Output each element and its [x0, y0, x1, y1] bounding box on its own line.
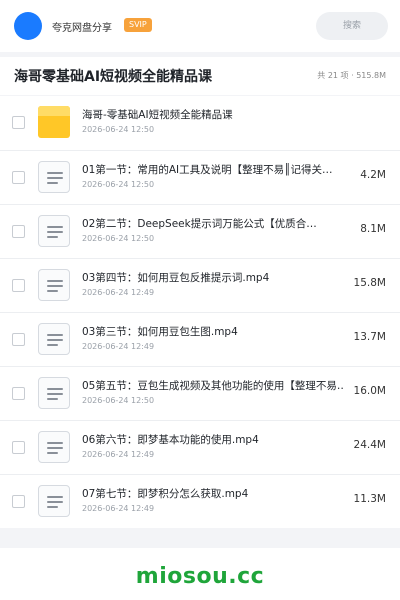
folder-icon	[38, 106, 70, 138]
select-checkbox[interactable]	[12, 116, 25, 129]
select-checkbox[interactable]	[12, 225, 25, 238]
select-checkbox[interactable]	[12, 333, 25, 346]
file-size: 15.8M	[353, 277, 386, 289]
list-item[interactable]: 03第三节：如何用豆包生图.mp4 2026-06-24 12:49 13.7M	[0, 312, 400, 366]
document-icon	[38, 377, 70, 409]
file-size: 16.0M	[353, 385, 386, 397]
avatar[interactable]	[14, 12, 42, 40]
list-item[interactable]: 03第四节：如何用豆包反推提示词.mp4 2026-06-24 12:49 15…	[0, 258, 400, 312]
select-checkbox[interactable]	[12, 387, 25, 400]
search-button[interactable]: 搜索	[316, 12, 388, 40]
list-item[interactable]: 02第二节：DeepSeek提示词万能公式【优质合… 2026-06-24 12…	[0, 204, 400, 258]
file-size: 11.3M	[353, 493, 386, 505]
file-date: 2026-06-24 12:50	[82, 396, 155, 405]
select-checkbox[interactable]	[12, 441, 25, 454]
file-date: 2026-06-24 12:50	[82, 234, 155, 243]
file-date: 2026-06-24 12:50	[82, 125, 155, 134]
page-title: 海哥零基础AI短视频全能精品课	[14, 69, 213, 85]
select-checkbox[interactable]	[12, 495, 25, 508]
list-item[interactable]: 06第六节：即梦基本功能的使用.mp4 2026-06-24 12:49 24.…	[0, 420, 400, 474]
list-item[interactable]: 01第一节：常用的AI工具及说明【整理不易║记得关… 2026-06-24 12…	[0, 150, 400, 204]
folder-title-bar: 海哥零基础AI短视频全能精品课 共 21 项 · 515.8M	[0, 57, 400, 95]
file-name: 05第五节：豆包生成视频及其他功能的使用【整理不易…	[82, 380, 344, 392]
select-checkbox[interactable]	[12, 171, 25, 184]
file-name: 01第一节：常用的AI工具及说明【整理不易║记得关…	[82, 164, 333, 176]
file-date: 2026-06-24 12:49	[82, 504, 155, 513]
svip-badge: SVIP	[124, 18, 152, 32]
file-date: 2026-06-24 12:50	[82, 180, 155, 189]
file-size: 24.4M	[353, 439, 386, 451]
document-icon	[38, 323, 70, 355]
list-item[interactable]: 海哥-零基础AI短视频全能精品课 2026-06-24 12:50	[0, 96, 400, 150]
file-name: 03第四节：如何用豆包反推提示词.mp4	[82, 272, 270, 284]
file-date: 2026-06-24 12:49	[82, 450, 155, 459]
list-item[interactable]: 07第七节：即梦积分怎么获取.mp4 2026-06-24 12:49 11.3…	[0, 474, 400, 528]
watermark: miosou.cc	[0, 548, 400, 600]
file-name: 海哥-零基础AI短视频全能精品课	[82, 109, 233, 121]
select-checkbox[interactable]	[12, 279, 25, 292]
list-item[interactable]: 05第五节：豆包生成视频及其他功能的使用【整理不易… 2026-06-24 12…	[0, 366, 400, 420]
file-name: 02第二节：DeepSeek提示词万能公式【优质合…	[82, 218, 317, 230]
folder-meta: 共 21 项 · 515.8M	[317, 71, 386, 80]
file-name: 03第三节：如何用豆包生图.mp4	[82, 326, 238, 338]
file-size: 4.2M	[360, 169, 386, 181]
top-header: 夸克网盘分享 SVIP 搜索	[0, 0, 400, 52]
brand-label: 夸克网盘分享	[52, 23, 112, 34]
file-name: 07第七节：即梦积分怎么获取.mp4	[82, 488, 249, 500]
file-date: 2026-06-24 12:49	[82, 342, 155, 351]
document-icon	[38, 269, 70, 301]
document-icon	[38, 431, 70, 463]
file-date: 2026-06-24 12:49	[82, 288, 155, 297]
file-size: 13.7M	[353, 331, 386, 343]
file-name: 06第六节：即梦基本功能的使用.mp4	[82, 434, 259, 446]
document-icon	[38, 215, 70, 247]
document-icon	[38, 161, 70, 193]
file-size: 8.1M	[360, 223, 386, 235]
file-list: 海哥-零基础AI短视频全能精品课 2026-06-24 12:50 01第一节：…	[0, 96, 400, 528]
document-icon	[38, 485, 70, 517]
